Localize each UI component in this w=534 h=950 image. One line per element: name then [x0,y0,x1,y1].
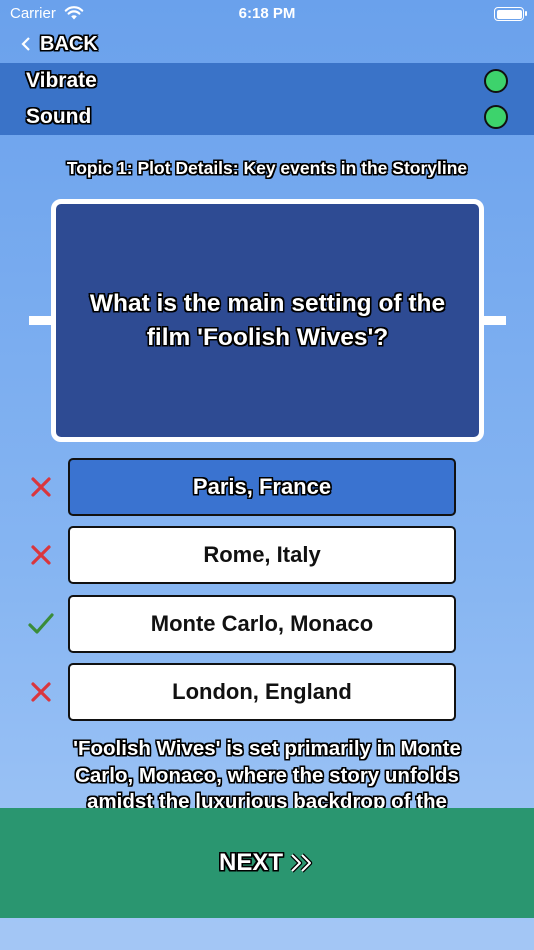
answer-row: Monte Carlo, Monaco [0,595,534,653]
answer-button[interactable]: Monte Carlo, Monaco [68,595,456,653]
status-bar: Carrier 6:18 PM [0,0,534,28]
answer-button[interactable]: Paris, France [68,458,456,516]
question-text: What is the main setting of the film 'Fo… [89,290,446,351]
sound-label: Sound [26,105,92,128]
settings-row-vibrate: Vibrate [0,63,534,99]
answer-row: London, England [0,663,534,721]
vibrate-label: Vibrate [26,69,97,92]
cross-icon [31,477,51,497]
settings-panel: Vibrate Sound [0,63,534,135]
checkmark-icon [28,613,54,634]
sound-toggle[interactable] [484,105,508,129]
answer-button[interactable]: Rome, Italy [68,526,456,584]
next-button[interactable]: NEXT [0,808,534,918]
explanation-box: 'Foolish Wives' is set primarily in Mont… [50,736,484,808]
back-button[interactable]: BACK [20,30,98,58]
cross-icon [31,545,51,565]
bottom-strip [0,922,534,950]
vibrate-toggle[interactable] [484,69,508,93]
answer-row: Rome, Italy [0,526,534,584]
answer-button[interactable]: London, England [68,663,456,721]
answer-row: Paris, France [0,458,534,516]
question-card: What is the main setting of the film 'Fo… [51,199,484,442]
settings-row-sound: Sound [0,99,534,135]
status-time: 6:18 PM [238,5,296,22]
next-label: NEXT [218,849,283,876]
double-chevron-right-icon [290,853,313,873]
back-label: BACK [40,32,98,55]
cross-icon [31,682,51,702]
topic-title: Topic 1: Plot Details: Key events in the… [66,158,468,178]
battery-icon [494,7,527,21]
explanation-text: 'Foolish Wives' is set primarily in Mont… [73,737,461,808]
chevron-left-icon [21,37,30,51]
